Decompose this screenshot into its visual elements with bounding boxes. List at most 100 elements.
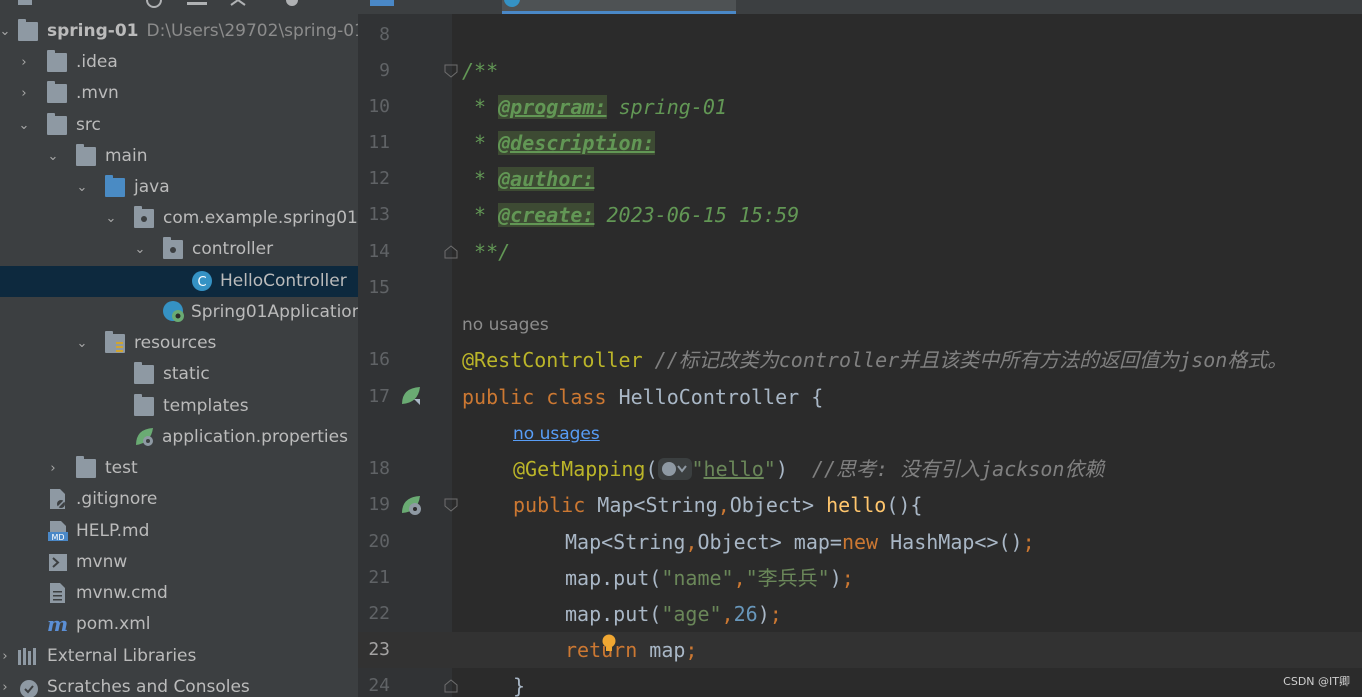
spring-bean-gutter-icon[interactable]	[400, 385, 422, 407]
folder-icon	[134, 362, 154, 384]
module-folder-icon	[18, 19, 38, 41]
chevron-right-icon[interactable]: ›	[17, 78, 31, 109]
tree-item-application-properties[interactable]: application.properties	[0, 422, 358, 453]
line-number: 23	[368, 639, 390, 660]
inlay-hint-no-usages[interactable]: no usages	[462, 307, 549, 343]
tree-item-spring01application[interactable]: Spring01Application	[0, 297, 358, 328]
tree-item-label: .idea	[76, 52, 118, 72]
tree-item-external-libraries[interactable]: › External Libraries	[0, 641, 358, 672]
tree-item-templates[interactable]: templates	[0, 391, 358, 422]
tree-item-hellocontroller[interactable]: C HelloController	[0, 266, 358, 297]
tree-item-scratches[interactable]: › Scratches and Consoles	[0, 672, 358, 697]
tree-item-static[interactable]: static	[0, 359, 358, 390]
chevron-right-icon[interactable]: ›	[46, 453, 60, 484]
libraries-icon	[18, 648, 36, 665]
resources-folder-icon	[105, 331, 125, 353]
chevron-down-icon[interactable]: ⌄	[46, 141, 60, 172]
line-number: 20	[368, 531, 390, 552]
line-number: 13	[368, 204, 390, 225]
tree-item-label: mvnw.cmd	[76, 583, 168, 603]
chevron-down-icon[interactable]: ⌄	[17, 110, 31, 141]
code-line: 9 /**	[358, 53, 1362, 89]
project-toolbar	[0, 0, 358, 8]
code-line: 24 }	[358, 668, 1362, 697]
doc-value-program: spring-01	[618, 95, 727, 119]
tree-item-controller[interactable]: ⌄ controller	[0, 234, 358, 265]
chevron-down-icon[interactable]: ⌄	[104, 203, 118, 234]
markdown-file-icon: MD	[48, 521, 68, 542]
string-literal: "李兵兵"	[745, 566, 830, 590]
tree-item-mvn[interactable]: › .mvn	[0, 78, 358, 109]
line-number: 18	[368, 458, 390, 479]
tree-item-idea[interactable]: › .idea	[0, 47, 358, 78]
line-number: 22	[368, 603, 390, 624]
project-path: D:\Users\29702\spring-01	[146, 21, 358, 41]
tree-item-label: src	[76, 115, 101, 135]
tree-item-spring-01[interactable]: ⌄ spring-01 D:\Users\29702\spring-01	[0, 16, 358, 47]
tree-item-help-md[interactable]: MD HELP.md	[0, 516, 358, 547]
tree-item-resources[interactable]: ⌄ resources	[0, 328, 358, 359]
tree-item-src[interactable]: ⌄ src	[0, 110, 358, 141]
doc-tag-create: @create:	[498, 203, 595, 227]
semicolon: ;	[685, 638, 698, 662]
tree-item-mvnw-cmd[interactable]: mvnw.cmd	[0, 578, 358, 609]
code-line: 17 public class HelloController {	[358, 379, 1362, 415]
line-comment: //标记改类为controller并且该类中所有方法的返回值为json格式。	[654, 348, 1288, 372]
tree-item-pom-xml[interactable]: m pom.xml	[0, 609, 358, 640]
code-editor[interactable]: 8 9 /** 10 * @program: spring-01 11 * @d…	[358, 0, 1362, 697]
chevron-down-icon[interactable]: ⌄	[75, 328, 89, 359]
spring-endpoint-gutter-icon[interactable]	[400, 494, 422, 516]
watermark: CSDN @IT卿	[1283, 675, 1350, 688]
tree-item-test[interactable]: › test	[0, 453, 358, 484]
tree-item-label: spring-01	[47, 21, 139, 41]
paren-close: )	[775, 457, 788, 481]
fold-marker-icon[interactable]	[444, 498, 458, 512]
globe-url-hint-icon[interactable]	[657, 458, 692, 480]
code-line: 11 * @description:	[358, 125, 1362, 161]
chevron-right-icon[interactable]: ›	[0, 641, 12, 672]
tree-item-label: resources	[134, 333, 217, 353]
chevron-down-icon[interactable]: ⌄	[0, 16, 12, 47]
tree-item-gitignore[interactable]: .gitignore	[0, 484, 358, 515]
doc-comment-close: **/	[474, 240, 511, 264]
line-number: 16	[368, 349, 390, 370]
tree-item-package[interactable]: ⌄ com.example.spring01	[0, 203, 358, 234]
chevron-right-icon[interactable]: ›	[0, 672, 12, 697]
code-line: 12 * @author:	[358, 161, 1362, 197]
tree-item-label: mvnw	[76, 552, 128, 572]
mapping-url-string[interactable]: hello	[704, 457, 764, 481]
package-icon	[163, 237, 183, 259]
inlay-hint-no-usages-link[interactable]: no usages	[513, 416, 600, 452]
code-line: 18 @GetMapping("hello") //思考: 没有引入jackso…	[358, 451, 1362, 487]
project-tool-window: ⌄ spring-01 D:\Users\29702\spring-01 › .i…	[0, 0, 358, 697]
shell-script-icon	[49, 554, 67, 571]
text-file-icon	[50, 583, 65, 603]
doc-star: *	[474, 95, 487, 119]
method-signature-rest: (){	[886, 493, 923, 517]
code-line: 13 * @create: 2023-06-15 15:59	[358, 197, 1362, 233]
tree-item-mvnw[interactable]: mvnw	[0, 547, 358, 578]
tab-help-md[interactable]	[358, 0, 498, 14]
lightbulb-intention-icon[interactable]	[601, 634, 617, 652]
chevron-down-icon[interactable]: ⌄	[75, 172, 89, 203]
tree-item-label: Scratches and Consoles	[47, 677, 250, 697]
code-line: 20 Map<String,Object> map=new HashMap<>(…	[358, 524, 1362, 560]
tree-item-java[interactable]: ⌄ java	[0, 172, 358, 203]
type-name: Object>	[729, 493, 815, 517]
semicolon: ;	[769, 602, 782, 626]
tree-item-label: main	[105, 146, 148, 166]
fold-marker-icon[interactable]	[444, 245, 458, 259]
comma: ,	[733, 566, 746, 590]
keyword-public: public	[462, 385, 535, 409]
fold-marker-icon[interactable]	[444, 64, 458, 78]
fold-marker-icon[interactable]	[444, 679, 458, 693]
line-number: 21	[368, 567, 390, 588]
keyword-public: public	[513, 493, 586, 517]
tree-item-main[interactable]: ⌄ main	[0, 141, 358, 172]
chevron-right-icon[interactable]: ›	[17, 47, 31, 78]
code-line: 22 map.put("age",26);	[358, 596, 1362, 632]
doc-tag-author: @author:	[498, 167, 595, 191]
chevron-down-icon[interactable]: ⌄	[133, 234, 147, 265]
code-line: 10 * @program: spring-01	[358, 89, 1362, 125]
tree-item-label: .mvn	[76, 83, 119, 103]
